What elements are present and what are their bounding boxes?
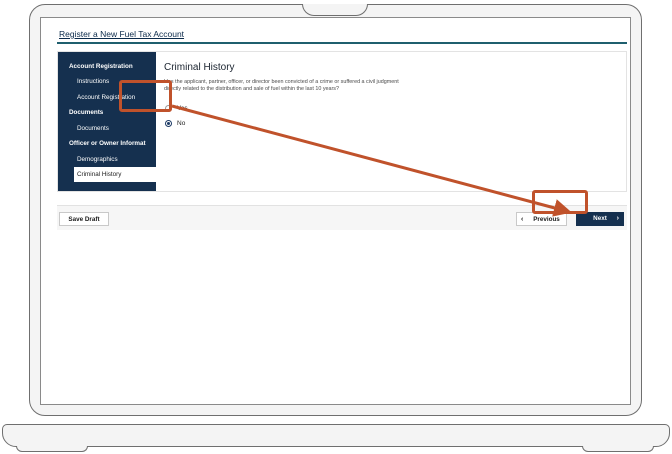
callout-arrow-icon <box>171 104 572 217</box>
